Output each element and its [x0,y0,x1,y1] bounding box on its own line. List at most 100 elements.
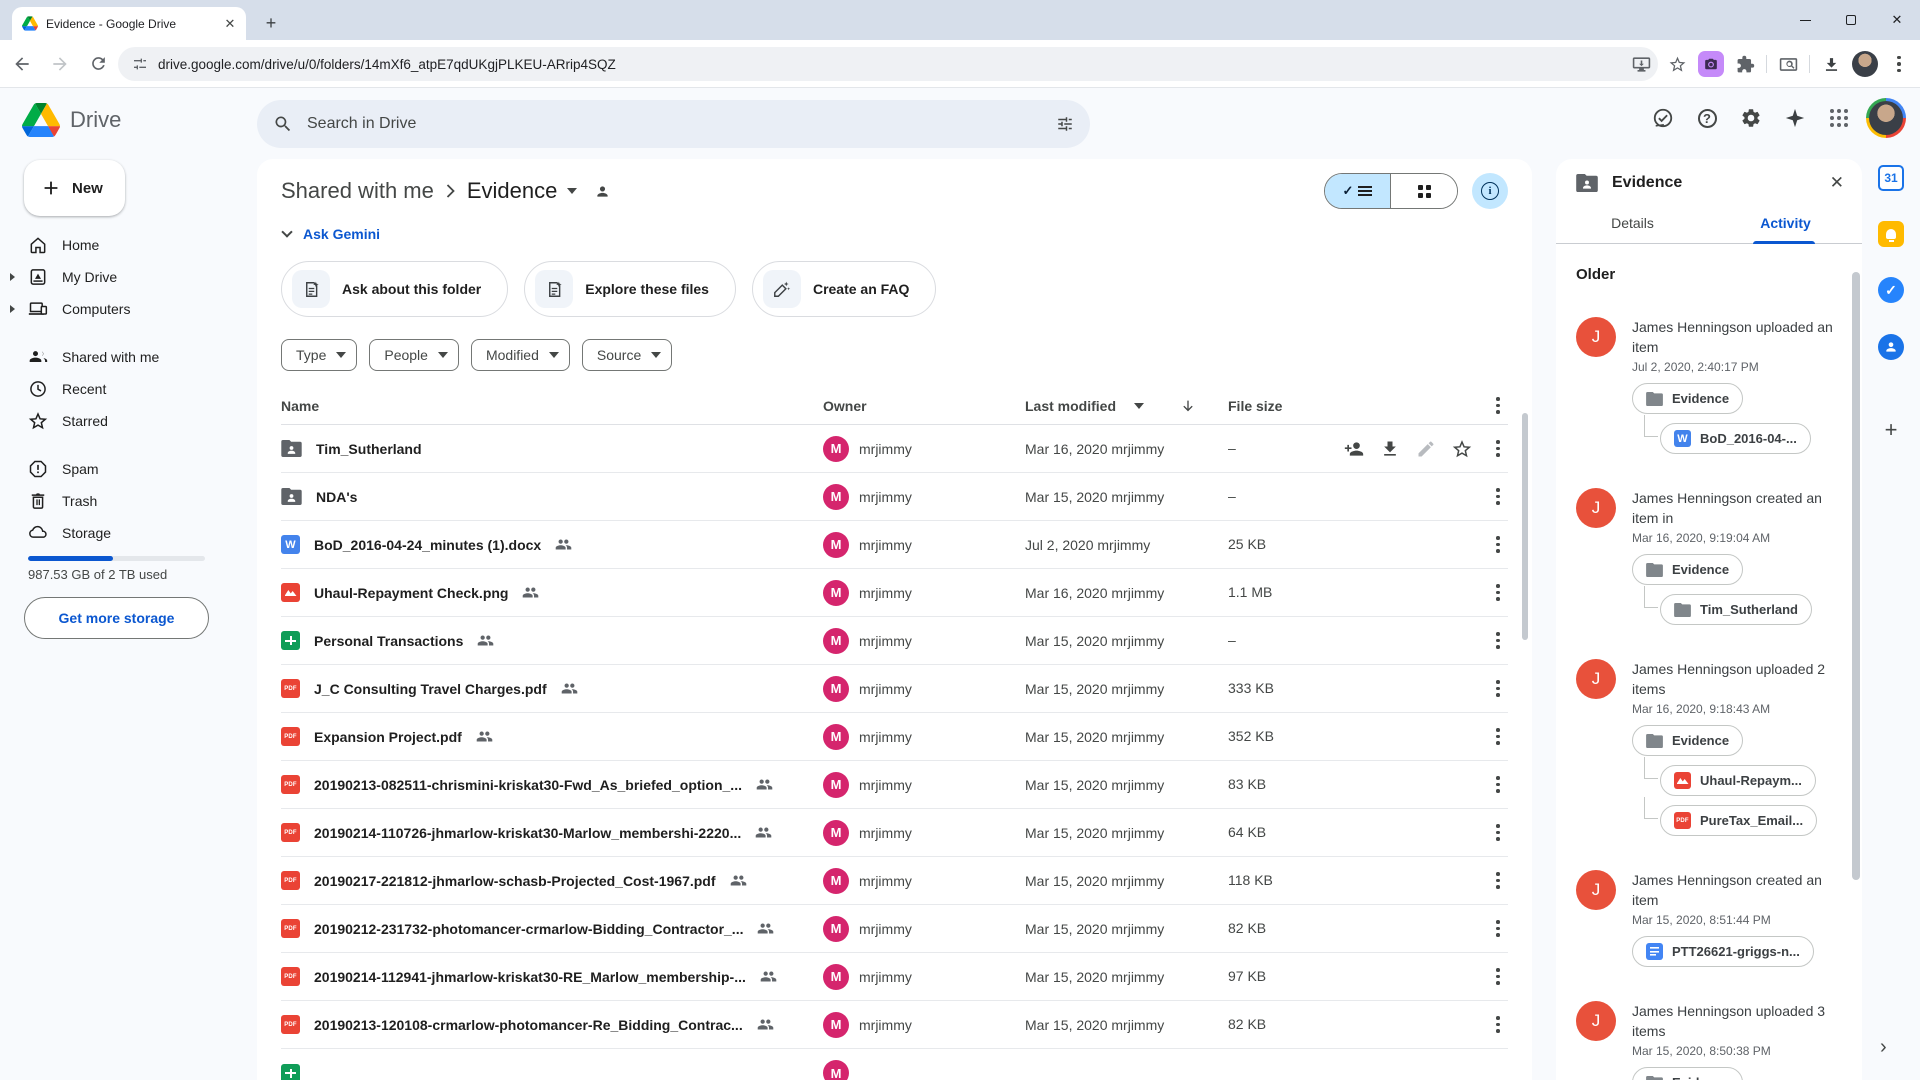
google-apps-grid-icon[interactable] [1822,101,1856,135]
tab-close-icon[interactable]: ✕ [222,16,238,32]
row-kebab-icon[interactable] [1488,776,1508,793]
table-row[interactable]: 20190213-082511-chrismini-kriskat30-Fwd_… [281,761,1508,809]
breadcrumb-parent-link[interactable]: Shared with me [281,178,434,204]
add-apps-plus-icon[interactable]: + [1885,417,1898,443]
install-app-icon[interactable] [1626,49,1656,79]
expand-arrow-icon[interactable] [10,273,15,281]
table-row[interactable]: 20190214-110726-jhmarlow-kriskat30-Marlo… [281,809,1508,857]
screenshot-extension-icon[interactable] [1698,51,1724,77]
contacts-app-icon[interactable] [1878,334,1904,360]
sidebar-item-storage[interactable]: Storage [0,517,257,549]
share-person-add-icon[interactable] [1344,439,1364,459]
table-options-kebab-icon[interactable] [1488,397,1508,414]
file-chip[interactable]: PureTax_Email... [1660,805,1817,836]
folder-chip[interactable]: Evidence [1632,725,1743,756]
row-kebab-icon[interactable] [1488,920,1508,937]
column-header-size[interactable]: File size [1228,398,1333,414]
forward-icon[interactable] [44,48,76,80]
sidebar-item-home[interactable]: Home [0,229,257,261]
table-row[interactable]: Expansion Project.pdf Mmrjimmy Mar 15, 2… [281,713,1508,761]
settings-gear-icon[interactable] [1734,101,1768,135]
table-row[interactable]: Personal Transactions Mmrjimmy Mar 15, 2… [281,617,1508,665]
sidebar-item-computers[interactable]: Computers [0,293,257,325]
folder-chip[interactable]: Evidence [1632,383,1743,414]
tab-activity[interactable]: Activity [1709,215,1862,243]
url-bar[interactable]: drive.google.com/drive/u/0/folders/14mXf… [118,47,1658,81]
search-bar[interactable] [257,100,1090,148]
table-row[interactable]: 20190217-221812-jhmarlow-schasb-Projecte… [281,857,1508,905]
row-kebab-icon[interactable] [1488,824,1508,841]
filter-type-chip[interactable]: Type [281,339,357,371]
sidebar-item-starred[interactable]: Starred [0,405,257,437]
file-chip[interactable]: Uhaul-Repaym... [1660,765,1816,796]
search-icon[interactable] [273,114,293,134]
ask-about-folder-button[interactable]: Ask about this folder [281,261,508,317]
breadcrumb-current[interactable]: Evidence [467,178,578,204]
row-kebab-icon[interactable] [1488,488,1508,505]
account-avatar[interactable] [1866,98,1906,138]
search-input[interactable] [307,115,1056,133]
filter-modified-chip[interactable]: Modified [471,339,570,371]
browser-profile-avatar[interactable] [1852,51,1878,77]
side-search-icon[interactable] [1773,49,1803,79]
table-row[interactable]: 20190213-120108-crmarlow-photomancer-Re_… [281,1001,1508,1049]
window-maximize-button[interactable] [1828,0,1874,40]
grid-view-button[interactable] [1391,174,1457,208]
back-icon[interactable] [6,48,38,80]
column-header-modified[interactable]: Last modified [1025,398,1116,414]
column-header-owner[interactable]: Owner [823,398,1025,414]
row-kebab-icon[interactable] [1488,632,1508,649]
column-header-name[interactable]: Name [281,398,823,414]
row-kebab-icon[interactable] [1488,536,1508,553]
table-row[interactable]: BoD_2016-04-24_minutes (1).docx Mmrjimmy… [281,521,1508,569]
sort-direction-icon[interactable] [1180,398,1196,414]
get-more-storage-button[interactable]: Get more storage [24,597,209,639]
folder-chip[interactable]: Evidence [1632,1067,1743,1080]
drive-logo[interactable]: Drive [22,103,121,137]
download-icon[interactable] [1380,439,1400,459]
sidebar-item-recent[interactable]: Recent [0,373,257,405]
browser-menu-kebab-icon[interactable] [1884,49,1914,79]
keep-app-icon[interactable] [1878,221,1904,247]
expand-arrow-icon[interactable] [10,305,15,313]
folder-chip[interactable]: Evidence [1632,554,1743,585]
row-kebab-icon[interactable] [1488,584,1508,601]
bookmark-star-icon[interactable] [1662,49,1692,79]
close-icon[interactable]: ✕ [1830,173,1844,193]
row-kebab-icon[interactable] [1488,440,1508,457]
table-row[interactable]: 20190212-231732-photomancer-crmarlow-Bid… [281,905,1508,953]
table-row[interactable]: 20190214-112941-jhmarlow-kriskat30-RE_Ma… [281,953,1508,1001]
filter-people-chip[interactable]: People [369,339,459,371]
file-chip[interactable]: BoD_2016-04-... [1660,423,1811,454]
browser-tab[interactable]: Evidence - Google Drive ✕ [12,7,246,40]
folder-chip[interactable]: Tim_Sutherland [1660,594,1812,625]
table-row[interactable]: Tim_Sutherland Mmrjimmy Mar 16, 2020 mrj… [281,425,1508,473]
extensions-puzzle-icon[interactable] [1730,49,1760,79]
collapse-chevron-icon[interactable] [281,226,292,237]
table-row-partial[interactable]: M [281,1049,1508,1080]
site-settings-icon[interactable] [132,56,148,72]
filter-source-chip[interactable]: Source [582,339,672,371]
activity-scrollbar[interactable] [1852,272,1860,880]
window-close-button[interactable]: ✕ [1874,0,1920,40]
table-row[interactable]: Uhaul-Repayment Check.png Mmrjimmy Mar 1… [281,569,1508,617]
help-icon[interactable]: ? [1690,101,1724,135]
ask-gemini-link[interactable]: Ask Gemini [303,226,380,242]
create-faq-button[interactable]: Create an FAQ [752,261,936,317]
file-chip[interactable]: PTT26621-griggs-n... [1632,936,1814,967]
sidebar-item-trash[interactable]: Trash [0,485,257,517]
sidebar-item-shared-with-me[interactable]: Shared with me [0,341,257,373]
table-row[interactable]: NDA's Mmrjimmy Mar 15, 2020 mrjimmy – [281,473,1508,521]
new-button[interactable]: New [24,160,125,216]
url-text[interactable]: drive.google.com/drive/u/0/folders/14mXf… [158,57,1648,72]
star-icon[interactable] [1452,439,1472,459]
new-tab-button[interactable]: + [258,10,284,36]
table-row[interactable]: J_C Consulting Travel Charges.pdf Mmrjim… [281,665,1508,713]
gemini-spark-icon[interactable] [1778,101,1812,135]
advanced-search-icon[interactable] [1056,115,1074,133]
calendar-app-icon[interactable]: 31 [1878,165,1904,191]
row-kebab-icon[interactable] [1488,968,1508,985]
reload-icon[interactable] [82,48,114,80]
rename-pencil-icon[interactable] [1416,439,1436,459]
sidebar-item-spam[interactable]: Spam [0,453,257,485]
